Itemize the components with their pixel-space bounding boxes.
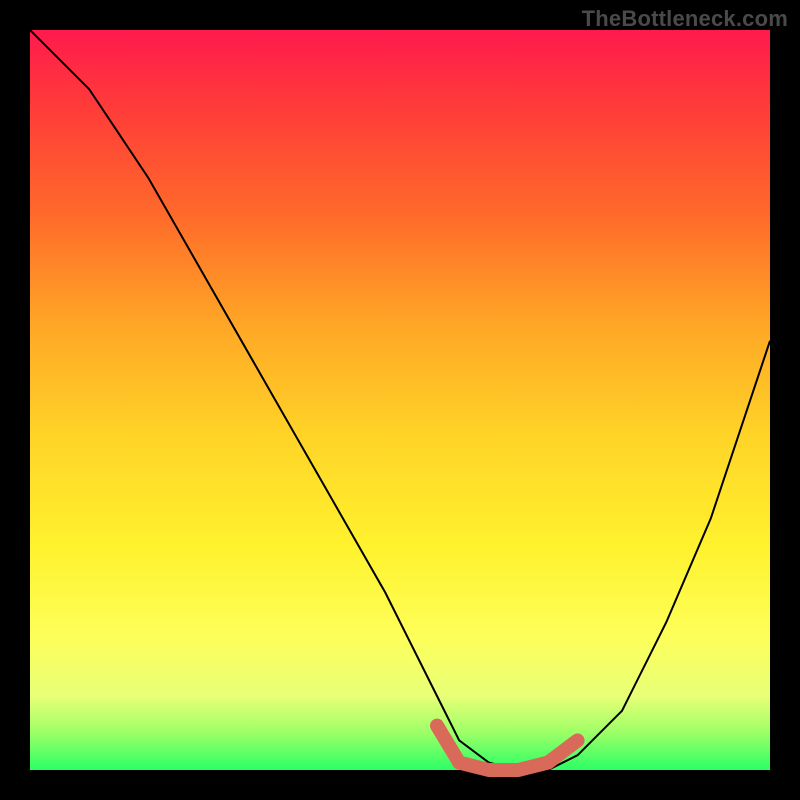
watermark-text: TheBottleneck.com: [582, 6, 788, 32]
optimal-range-highlight: [437, 726, 578, 770]
chart-frame: [30, 30, 770, 770]
chart-svg: [30, 30, 770, 770]
bottleneck-curve: [30, 30, 770, 770]
